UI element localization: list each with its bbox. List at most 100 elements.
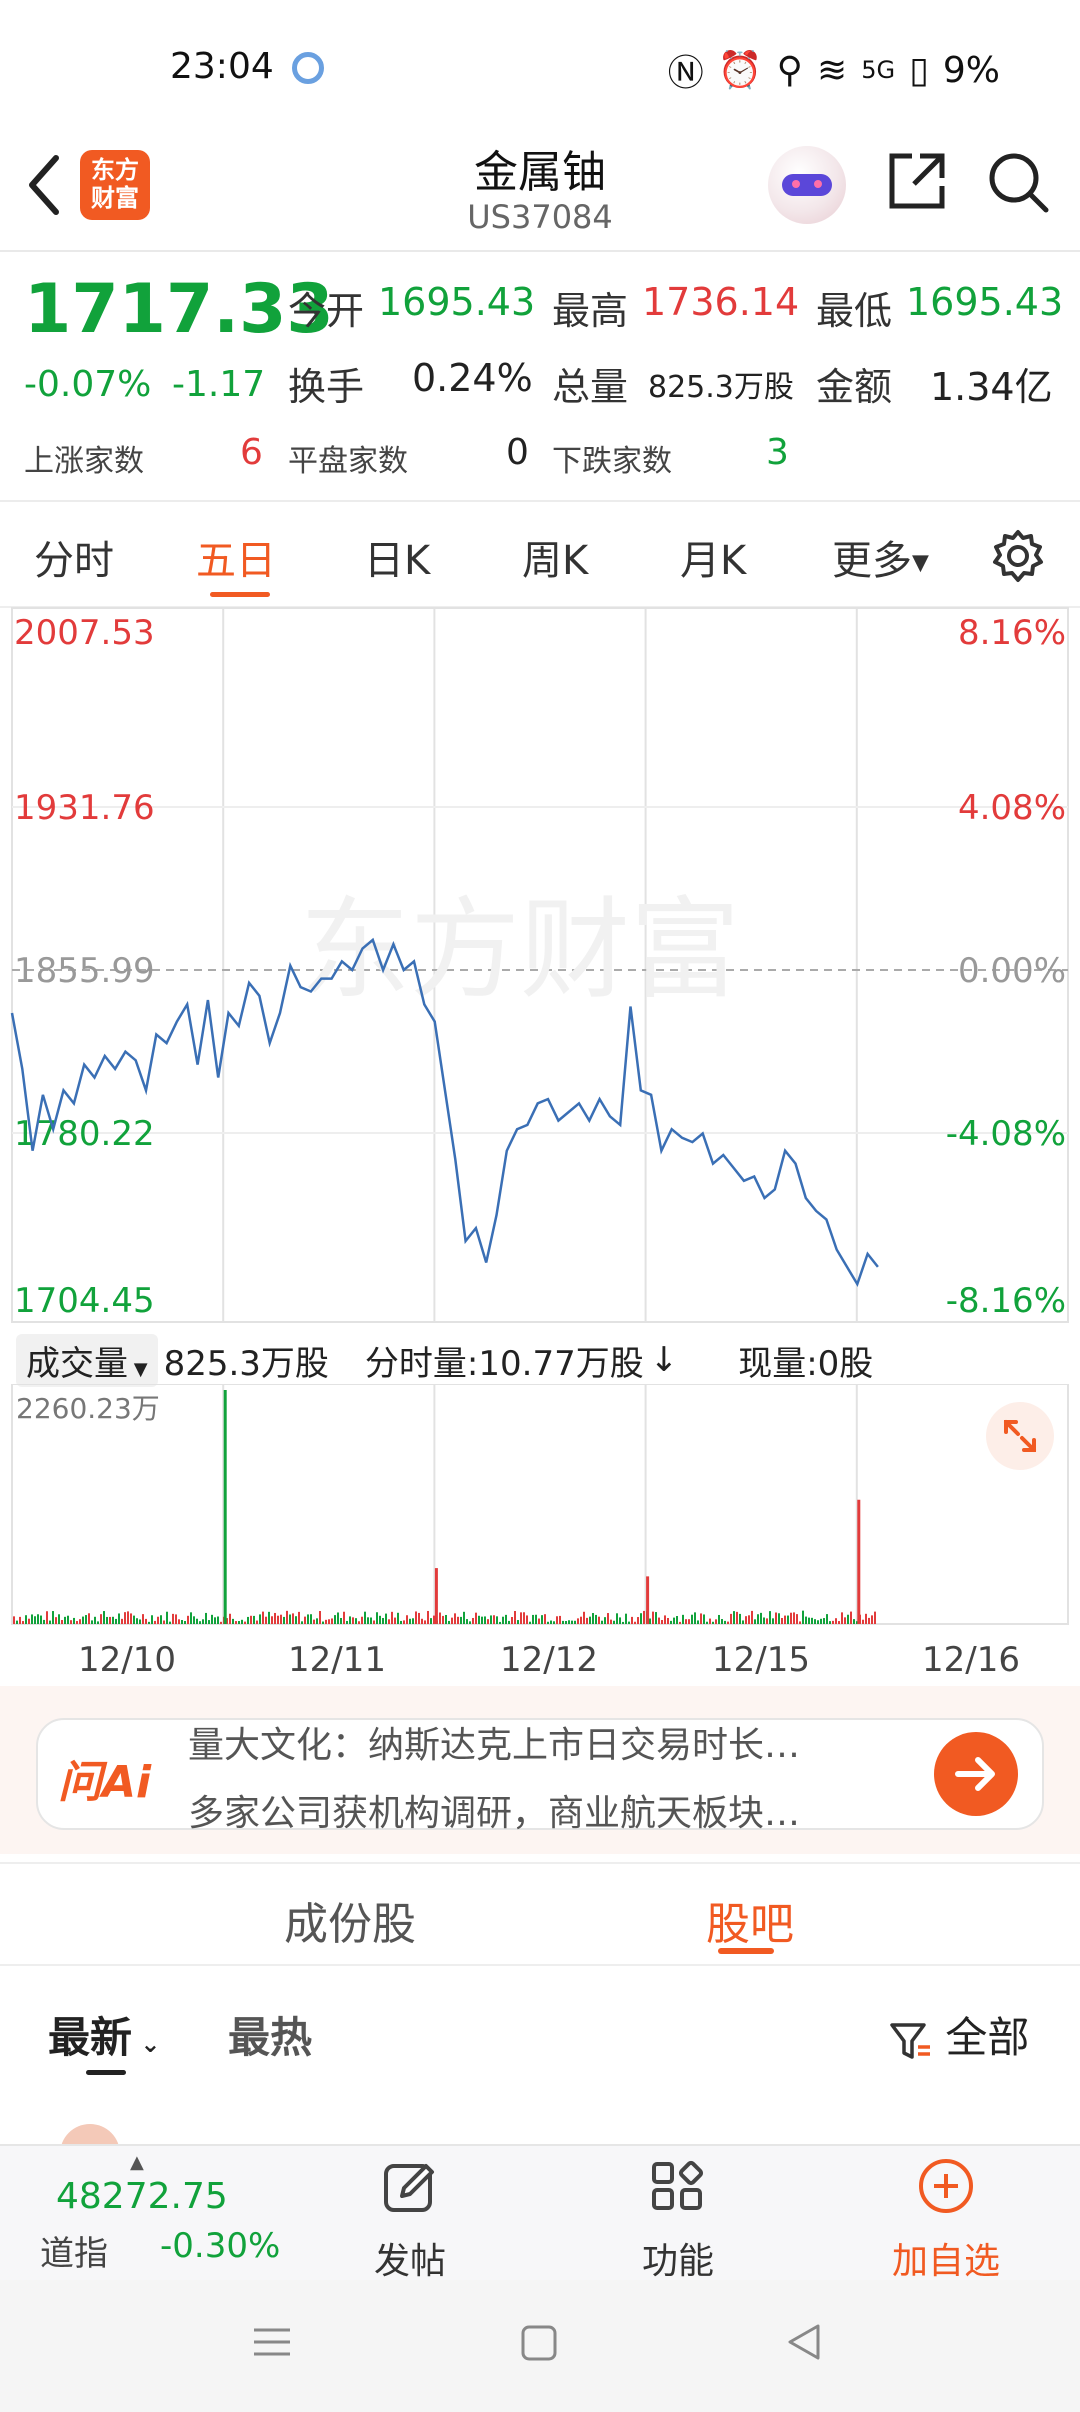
filter-hot[interactable]: 最热 bbox=[228, 2004, 312, 2065]
tab-daily-k[interactable]: 日K bbox=[364, 528, 430, 586]
y-axis-percent-label: -4.08% bbox=[946, 1114, 1066, 1154]
arrow-right-icon bbox=[955, 1757, 995, 1791]
filter-latest[interactable]: 最新 ⌄ bbox=[48, 2004, 160, 2065]
open-value: 1695.43 bbox=[378, 280, 536, 324]
tab-five-day[interactable]: 五日 bbox=[196, 528, 276, 586]
back-nav-icon[interactable] bbox=[784, 2322, 824, 2362]
post-button-label[interactable]: 发帖 bbox=[374, 2232, 446, 2284]
location-icon: ⚲ bbox=[776, 49, 804, 91]
chevron-down-icon: ⌄ bbox=[132, 2030, 161, 2058]
ai-suggestion-1[interactable]: 量大文化：纳斯达克上市日交易时长… bbox=[188, 1716, 888, 1768]
expand-chart-button[interactable] bbox=[986, 1402, 1054, 1470]
y-axis-price-label: 1855.99 bbox=[14, 951, 155, 991]
nfc-icon: Ⓝ bbox=[667, 53, 704, 94]
section-divider bbox=[0, 1964, 1080, 1966]
volume-header: 成交量 ▼ 825.3万股 分时量:10.77万股 ↓ 现量:0股 bbox=[16, 1333, 873, 1387]
share-icon[interactable] bbox=[884, 148, 950, 214]
volume-label: 总量 bbox=[552, 365, 629, 409]
tab-more[interactable]: 更多▼ bbox=[832, 528, 929, 586]
app-logo: 东方 财富 bbox=[80, 150, 150, 220]
home-icon[interactable] bbox=[520, 2324, 558, 2362]
volume-frame bbox=[11, 1384, 1069, 1625]
period-volume: 分时量:10.77万股 bbox=[364, 1343, 644, 1384]
date-label: 12/15 bbox=[712, 1640, 810, 1680]
active-tab-indicator bbox=[210, 592, 270, 597]
up-count-label: 上涨家数 bbox=[24, 444, 144, 479]
status-icons: Ⓝ ⏰ ⚲ ≋ 5G ▯ 9% bbox=[668, 44, 1000, 96]
y-axis-price-label: 2007.53 bbox=[14, 613, 155, 653]
index-name[interactable]: 道指 bbox=[40, 2226, 108, 2275]
tab-forum[interactable]: 股吧 bbox=[706, 1888, 794, 1952]
y-axis-percent-label: -8.16% bbox=[946, 1281, 1066, 1321]
high-value: 1736.14 bbox=[642, 280, 800, 324]
date-label: 12/16 bbox=[922, 1640, 1020, 1680]
five-day-price-chart[interactable]: 东方财富2007.531931.761855.991780.221704.458… bbox=[0, 606, 1080, 1326]
stock-code: US37084 bbox=[467, 198, 613, 236]
ai-suggestion-2[interactable]: 多家公司获机构调研，商业航天板块… bbox=[188, 1784, 888, 1836]
system-navbar bbox=[0, 2280, 1080, 2412]
high-label: 最高 bbox=[552, 289, 629, 333]
amount-value: 1.34亿 bbox=[930, 365, 1053, 409]
low-label: 最低 bbox=[816, 289, 893, 333]
alarm-icon: ⏰ bbox=[717, 50, 763, 91]
y-axis-price-label: 1931.76 bbox=[14, 788, 155, 828]
open-label: 今开 bbox=[288, 289, 365, 333]
edit-post-icon[interactable] bbox=[380, 2156, 440, 2216]
settings-icon[interactable] bbox=[990, 528, 1046, 584]
signal-icon: 5G bbox=[861, 56, 896, 84]
dropdown-arrow-icon: ▼ bbox=[128, 1358, 148, 1380]
tab-monthly-k[interactable]: 月K bbox=[680, 528, 746, 586]
date-label: 12/11 bbox=[288, 1640, 386, 1680]
down-count-label: 下跌家数 bbox=[552, 444, 672, 479]
menu-icon[interactable] bbox=[252, 2322, 292, 2362]
volume-max-label: 2260.23万 bbox=[16, 1392, 160, 1425]
volume-value: 825.3万股 bbox=[648, 370, 794, 405]
watermark-logo: 东方财富 bbox=[300, 886, 740, 1014]
tab-weekly-k[interactable]: 周K bbox=[522, 528, 588, 586]
turnover-value: 0.24% bbox=[412, 356, 533, 400]
volume-indicator-select[interactable]: 成交量 ▼ bbox=[16, 1333, 158, 1387]
quote-divider bbox=[0, 500, 1080, 502]
battery-icon: ▯ bbox=[909, 49, 929, 91]
active-subtab-indicator bbox=[718, 1948, 774, 1954]
volume-total: 825.3万股 bbox=[163, 1343, 329, 1384]
change-value: -1.17 bbox=[172, 364, 266, 405]
back-icon[interactable] bbox=[24, 150, 64, 220]
y-axis-percent-label: 0.00% bbox=[958, 951, 1066, 991]
amount-label: 金额 bbox=[816, 365, 893, 409]
low-value: 1695.43 bbox=[906, 280, 1064, 324]
search-icon[interactable] bbox=[986, 150, 1052, 216]
expand-icon bbox=[1004, 1420, 1036, 1452]
filter-icon bbox=[890, 2022, 930, 2059]
add-watchlist-label[interactable]: 加自选 bbox=[892, 2232, 1000, 2284]
functions-button-label[interactable]: 功能 bbox=[642, 2232, 714, 2284]
collapse-arrow-icon[interactable]: ▲ bbox=[130, 2152, 144, 2173]
functions-grid-icon[interactable] bbox=[648, 2156, 708, 2216]
header-divider bbox=[0, 250, 1080, 252]
add-circle-icon[interactable] bbox=[916, 2156, 976, 2216]
tab-constituents[interactable]: 成份股 bbox=[284, 1888, 416, 1952]
filter-all[interactable]: 全部 bbox=[888, 2004, 1029, 2065]
filter-active-indicator bbox=[86, 2070, 126, 2075]
date-label: 12/10 bbox=[78, 1640, 176, 1680]
change-percent: -0.07% bbox=[24, 364, 152, 405]
down-arrow-icon: ↓ bbox=[649, 1340, 679, 1380]
y-axis-percent-label: 8.16% bbox=[958, 613, 1066, 653]
turnover-label: 换手 bbox=[288, 365, 365, 409]
flat-count-label: 平盘家数 bbox=[288, 444, 408, 479]
tab-intraday[interactable]: 分时 bbox=[34, 528, 114, 586]
app-notification-icon bbox=[292, 52, 324, 84]
section-divider bbox=[0, 1862, 1080, 1864]
y-axis-price-label: 1704.45 bbox=[14, 1281, 155, 1321]
ai-logo: 问Ai bbox=[58, 1757, 152, 1808]
index-change[interactable]: -0.30% bbox=[160, 2226, 280, 2266]
volume-chart[interactable]: 2260.23万 bbox=[0, 1384, 1080, 1644]
ai-assistant-avatar[interactable] bbox=[768, 146, 846, 224]
dropdown-arrow-icon: ▼ bbox=[912, 550, 929, 576]
index-value[interactable]: 48272.75 bbox=[56, 2176, 228, 2217]
page-title: 金属铀 bbox=[474, 147, 606, 198]
wifi-icon: ≋ bbox=[817, 49, 848, 91]
status-time: 23:04 bbox=[170, 46, 274, 87]
date-label: 12/12 bbox=[500, 1640, 598, 1680]
ai-go-button[interactable] bbox=[934, 1732, 1018, 1816]
